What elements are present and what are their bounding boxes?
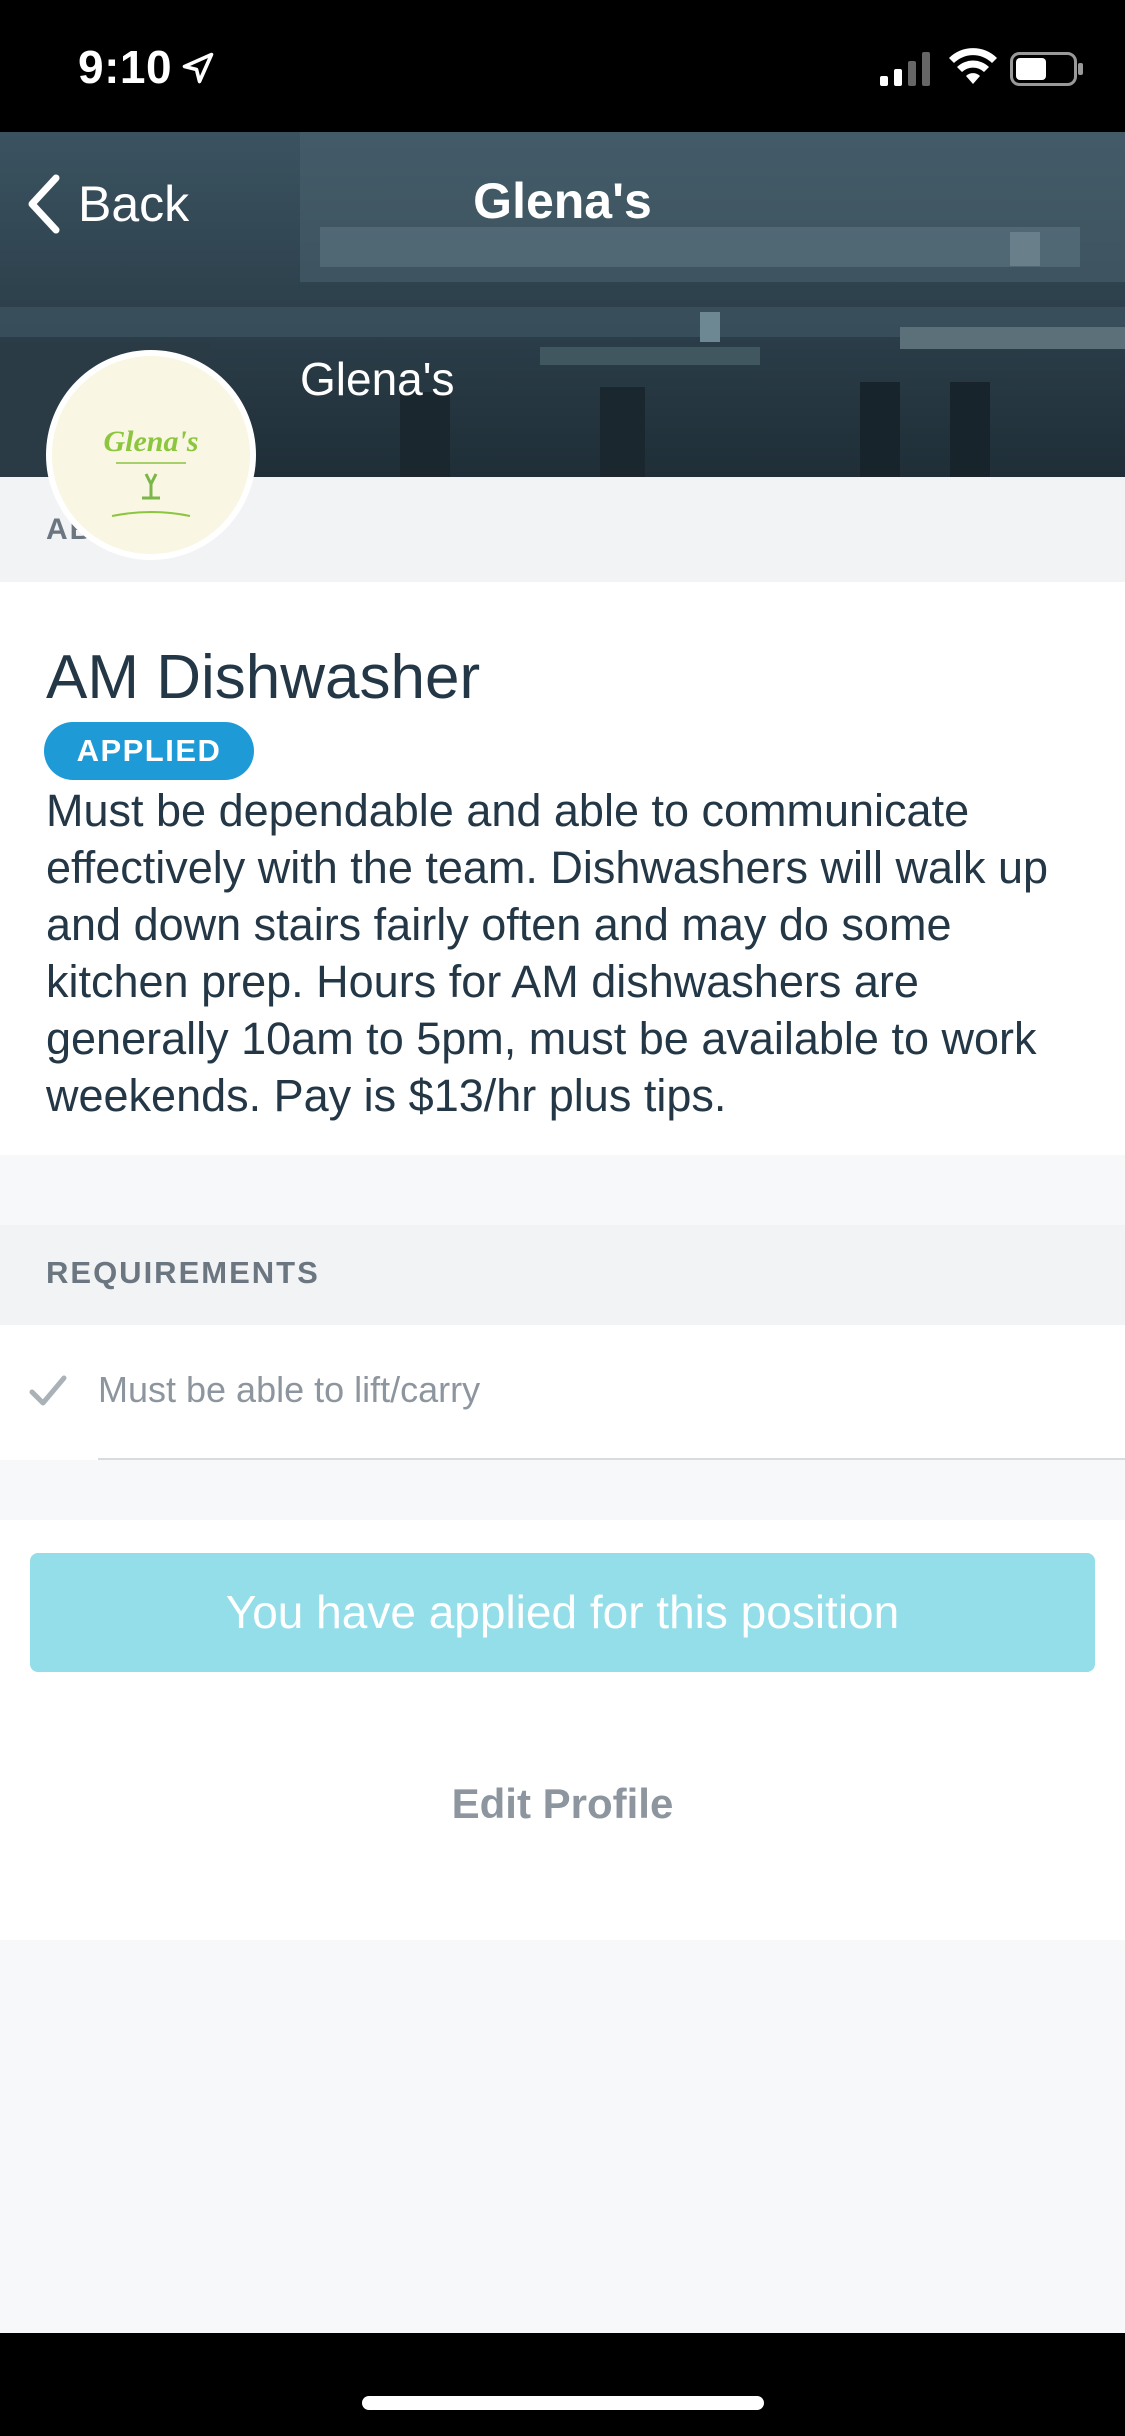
- divider: [98, 1458, 1125, 1460]
- requirement-text: Must be able to lift/carry: [98, 1369, 481, 1410]
- logo-image: Glena's: [52, 356, 250, 554]
- status-badge: APPLIED: [44, 722, 254, 780]
- edit-profile-button[interactable]: Edit Profile: [0, 1780, 1125, 1828]
- requirements-label: REQUIREMENTS: [46, 1255, 320, 1290]
- location-arrow-icon: [182, 52, 214, 84]
- applied-status-button[interactable]: You have applied for this position: [30, 1553, 1095, 1672]
- requirements-section-header: REQUIREMENTS: [0, 1225, 1125, 1325]
- job-description: Must be dependable and able to communica…: [46, 785, 1049, 1121]
- battery-icon: [1010, 52, 1083, 86]
- job-card: AM Dishwasher APPLIED Must be dependable…: [0, 582, 1125, 1155]
- job-title: AM Dishwasher: [46, 643, 481, 712]
- check-icon: [29, 1375, 67, 1406]
- requirement-item: Must be able to lift/carry: [0, 1325, 1125, 1460]
- status-time: 9:10: [78, 41, 173, 93]
- wifi-icon: [949, 48, 997, 84]
- home-indicator-area: [0, 2333, 1125, 2436]
- job-detail-screen: 9:10 Back Glena's Glena's AB Glena's AM …: [0, 0, 1125, 2436]
- status-bar: 9:10: [0, 0, 1125, 132]
- business-name: Glena's: [300, 353, 455, 405]
- home-indicator[interactable]: [362, 2396, 764, 2410]
- cellular-signal-icon: [880, 52, 930, 86]
- business-logo: Glena's: [46, 350, 256, 560]
- logo-text: Glena's: [103, 425, 198, 458]
- nav-title: Glena's: [473, 173, 652, 229]
